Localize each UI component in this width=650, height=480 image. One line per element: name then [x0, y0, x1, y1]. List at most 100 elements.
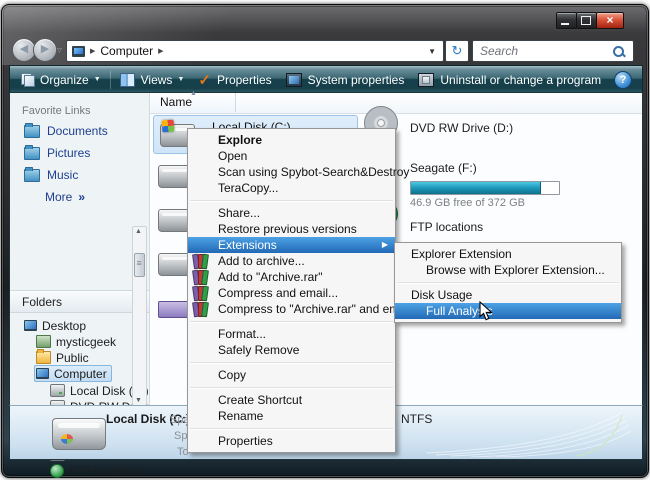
search-icon[interactable]	[613, 46, 624, 57]
uninstall-button[interactable]: Uninstall or change a program	[411, 69, 608, 90]
menu-item-open[interactable]: Open	[188, 148, 395, 164]
help-button[interactable]: ?	[614, 71, 632, 89]
maximize-button[interactable]	[576, 12, 597, 29]
minimize-button[interactable]	[556, 12, 577, 29]
computer-icon	[72, 46, 85, 57]
menu-item-label: Compress to "Archive.rar" and email	[218, 302, 411, 316]
submenu-item-disk-usage[interactable]: Disk Usage	[395, 287, 621, 303]
swoosh-graphic	[426, 411, 636, 457]
more-label: More	[45, 190, 72, 204]
menu-item-add-to-archive[interactable]: Add to archive...	[188, 253, 395, 269]
menu-item-teracopy[interactable]: TeraCopy...	[188, 180, 395, 196]
menu-item-label: Restore previous versions	[218, 222, 357, 236]
organize-label: Organize	[40, 73, 89, 87]
forward-button[interactable]: ▶	[33, 38, 57, 62]
help-icon: ?	[620, 74, 627, 86]
free-space-text: 46.9 GB free of 372 GB	[410, 197, 525, 209]
music-folder-icon	[24, 169, 40, 182]
submenu-item-browse-with-explorer-extension[interactable]: Browse with Explorer Extension...	[395, 262, 621, 278]
menu-item-label: Explore	[218, 133, 262, 147]
file-item-ftp-locations[interactable]: FTP locations	[410, 220, 483, 234]
uninstall-icon	[418, 73, 434, 87]
hard-drive-large-icon	[52, 418, 106, 450]
navigation-pane: Favorite Links Documents Pictures Music …	[10, 93, 150, 406]
menu-item-restore-previous-versions[interactable]: Restore previous versions	[188, 221, 395, 237]
name-column-header[interactable]: ▲ Name	[152, 93, 236, 112]
tree-item-mysticgeek[interactable]: mysticgeek	[36, 334, 116, 349]
desktop-monitor-icon	[24, 320, 37, 331]
menu-separator	[190, 200, 393, 201]
menu-item-explore[interactable]: Explore	[188, 132, 395, 148]
globe-icon	[50, 464, 64, 478]
sidebar-item-music[interactable]: Music	[24, 168, 78, 182]
breadcrumb-dropdown-icon[interactable]: ▼	[428, 47, 443, 56]
file-item-seagate[interactable]: Seagate (F:)	[410, 161, 477, 175]
tree-item-public[interactable]: Public	[36, 350, 89, 365]
menu-item-extensions[interactable]: Extensions ▶	[188, 237, 395, 253]
more-chevron-icon: »	[78, 190, 85, 204]
sidebar-item-documents[interactable]: Documents	[24, 124, 108, 138]
close-button[interactable]: ×	[596, 12, 624, 29]
sidebar-item-label: Music	[47, 168, 78, 182]
submenu-item-explorer-extension[interactable]: Explorer Extension	[395, 246, 621, 262]
menu-item-safely-remove[interactable]: Safely Remove	[188, 342, 395, 358]
capacity-bar	[410, 181, 560, 195]
properties-label: Properties	[217, 73, 272, 87]
sidebar-more-link[interactable]: More »	[45, 190, 85, 204]
menu-item-properties[interactable]: Properties	[188, 433, 395, 449]
menu-item-label: Compress and email...	[218, 286, 338, 300]
toolbar-separator	[110, 71, 111, 89]
windows-flag-icon	[162, 120, 175, 133]
documents-folder-icon	[24, 125, 40, 138]
menu-item-compress-and-email[interactable]: Compress and email...	[188, 285, 395, 301]
system-properties-button[interactable]: System properties	[279, 69, 412, 90]
search-input[interactable]: Search	[472, 40, 634, 62]
breadcrumb[interactable]: ▶ Computer ▶ ▼	[66, 40, 444, 62]
menu-item-copy[interactable]: Copy	[188, 367, 395, 383]
submenu-arrow-icon: ▶	[382, 237, 388, 253]
menu-item-scan-spybot[interactable]: Scan using Spybot-Search&Destroy	[188, 164, 395, 180]
menu-item-compress-to-archive-and-email[interactable]: Compress to "Archive.rar" and email	[188, 301, 395, 317]
menu-item-label: Rename	[218, 409, 263, 423]
nav-history-dropdown-icon[interactable]: ▽	[57, 47, 62, 54]
refresh-button[interactable]: ↻	[445, 40, 469, 62]
menu-item-label: Disk Usage	[411, 288, 472, 302]
menu-item-create-shortcut[interactable]: Create Shortcut	[188, 392, 395, 408]
menu-item-rename[interactable]: Rename	[188, 408, 395, 424]
chevron-down-icon: ▼	[177, 76, 184, 83]
properties-button[interactable]: ✓ Properties	[191, 69, 278, 90]
breadcrumb-arrow-icon[interactable]: ▶	[153, 47, 168, 55]
column-header-row: ▲ Name	[150, 93, 642, 114]
tree-item-label: Public	[56, 351, 89, 365]
tree-item-label: FTP locations	[69, 464, 142, 478]
user-icon	[36, 335, 51, 348]
sidebar-item-pictures[interactable]: Pictures	[24, 146, 90, 160]
organize-icon	[21, 73, 34, 86]
organize-button[interactable]: Organize ▼	[14, 69, 108, 90]
menu-item-label: Browse with Explorer Extension...	[426, 263, 605, 277]
scroll-up-icon[interactable]: ▲	[133, 228, 144, 235]
uninstall-label: Uninstall or change a program	[440, 73, 601, 87]
menu-item-add-to-archive-rar[interactable]: Add to "Archive.rar"	[188, 269, 395, 285]
folders-header: Folders	[10, 295, 62, 309]
keyboard-icon[interactable]	[158, 301, 190, 318]
breadcrumb-item-computer[interactable]: Computer	[100, 44, 153, 58]
tree-item-computer[interactable]: Computer	[34, 365, 112, 382]
scrollbar-thumb[interactable]	[134, 253, 145, 277]
menu-item-label: Share...	[218, 206, 260, 220]
menu-item-label: Extensions	[218, 238, 277, 252]
file-item-dvd-rw-drive[interactable]: DVD RW Drive (D:)	[410, 121, 513, 135]
tree-item-desktop[interactable]: Desktop	[24, 318, 86, 333]
breadcrumb-arrow-icon: ▶	[85, 47, 100, 55]
scroll-down-icon[interactable]: ▼	[133, 397, 144, 404]
forward-arrow-icon: ▶	[41, 43, 49, 55]
tree-scrollbar[interactable]: ▲ ▼	[132, 226, 147, 406]
menu-separator	[190, 321, 393, 322]
tree-item-ftp-locations[interactable]: FTP locations	[50, 463, 142, 478]
menu-separator	[190, 387, 393, 388]
menu-item-format[interactable]: Format...	[188, 326, 395, 342]
views-button[interactable]: Views ▼	[113, 69, 192, 90]
submenu-item-full-analysis[interactable]: Full Analysis	[395, 303, 621, 319]
folders-band[interactable]: Folders ▼	[10, 290, 149, 313]
menu-item-share[interactable]: Share...	[188, 205, 395, 221]
